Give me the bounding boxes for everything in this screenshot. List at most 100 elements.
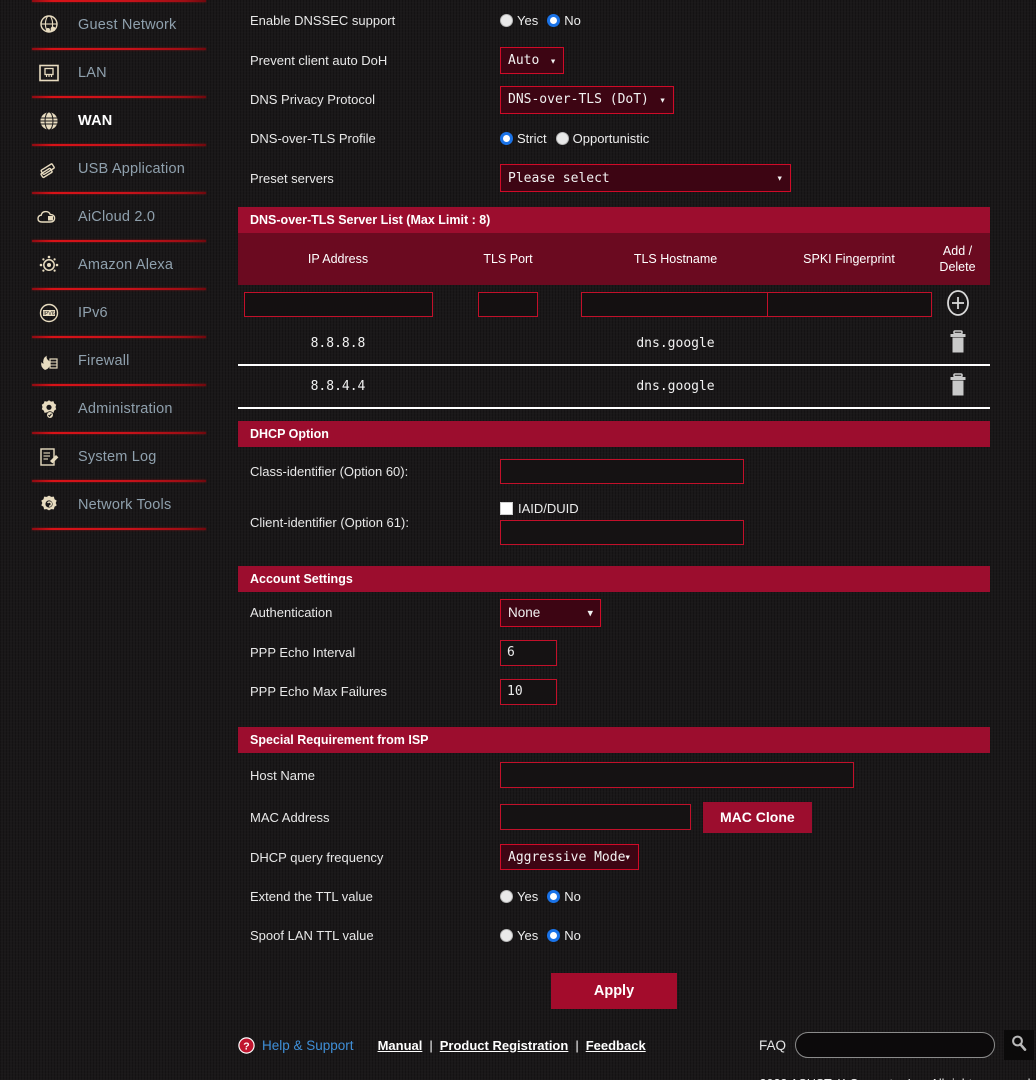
sidebar-item-system-log[interactable]: System Log	[0, 434, 238, 480]
class-identifier-input[interactable]	[500, 459, 744, 484]
dhcp-option-title: DHCP Option	[238, 421, 990, 447]
authentication-value: None	[508, 605, 540, 620]
dhcp-query-frequency-select[interactable]: Aggressive Mode ▾	[500, 844, 639, 870]
extend-ttl-radio-no[interactable]: No	[547, 889, 581, 904]
mac-clone-button[interactable]: MAC Clone	[703, 802, 812, 833]
radio-label: Yes	[517, 13, 538, 28]
prevent-doh-select[interactable]: Auto ▾	[500, 47, 564, 74]
new-ip-address-input[interactable]	[244, 292, 433, 317]
column-header-ip-address: IP Address	[238, 233, 438, 285]
trash-icon	[947, 329, 969, 358]
radio-circle	[500, 14, 513, 27]
label-authentication: Authentication	[238, 605, 500, 620]
gear-admin-icon	[34, 395, 64, 423]
sidebar-item-administration[interactable]: Administration	[0, 386, 238, 432]
account-settings-title: Account Settings	[238, 566, 990, 592]
extend-ttl-radio-yes[interactable]: Yes	[500, 889, 538, 904]
spoof-ttl-radio-no[interactable]: No	[547, 928, 581, 943]
sidebar-item-usb-application[interactable]: USB Application	[0, 146, 238, 192]
row-prevent-client-auto-doh: Prevent client auto DoH Auto ▾	[238, 41, 1036, 80]
chevron-down-icon: ▾	[776, 172, 783, 185]
new-tls-port-input[interactable]	[478, 292, 538, 317]
radio-circle-selected	[547, 929, 560, 942]
faq-search-input[interactable]	[795, 1032, 995, 1058]
radio-label: Opportunistic	[573, 131, 650, 146]
dot-profile-radio-strict[interactable]: Strict	[500, 131, 547, 146]
delete-server-button[interactable]	[947, 329, 969, 358]
dns-privacy-protocol-select[interactable]: DNS-over-TLS (DoT) ▾	[500, 86, 674, 114]
label-ppp-echo-interval: PPP Echo Interval	[238, 645, 500, 660]
spoof-ttl-radio-yes[interactable]: Yes	[500, 928, 538, 943]
feedback-link[interactable]: Feedback	[586, 1038, 646, 1053]
sidebar-item-lan[interactable]: LAN	[0, 50, 238, 96]
faq-search-area: FAQ	[759, 1030, 1034, 1060]
sidebar-nav: Guest Network LAN WAN USB Application	[0, 0, 238, 1080]
faq-search-button[interactable]	[1004, 1030, 1034, 1060]
column-header-tls-hostname: TLS Hostname	[578, 233, 773, 285]
add-delete-line2: Delete	[939, 259, 975, 275]
add-server-button[interactable]	[945, 288, 971, 321]
sidebar-item-label: IPv6	[78, 305, 108, 321]
label-prevent-client-auto-doh: Prevent client auto DoH	[238, 53, 500, 68]
label-class-identifier: Class-identifier (Option 60):	[238, 464, 500, 479]
product-registration-link[interactable]: Product Registration	[440, 1038, 569, 1053]
authentication-select[interactable]: None ▾	[500, 599, 601, 627]
sidebar-item-label: Firewall	[78, 353, 130, 369]
help-support-label[interactable]: Help & Support	[262, 1038, 354, 1053]
dns-privacy-protocol-value: DNS-over-TLS (DoT)	[508, 92, 649, 107]
sidebar-item-label: WAN	[78, 113, 112, 129]
host-name-input[interactable]	[500, 762, 854, 788]
preset-servers-value: Please select	[508, 171, 610, 186]
dot-server-list-header: IP Address TLS Port TLS Hostname SPKI Fi…	[238, 233, 990, 285]
sidebar-item-guest-network[interactable]: Guest Network	[0, 2, 238, 48]
row-enable-dnssec: Enable DNSSEC support Yes No	[238, 0, 1036, 41]
dnssec-radio-group[interactable]: Yes No	[500, 13, 581, 28]
dot-profile-radio-group[interactable]: Strict Opportunistic	[500, 131, 649, 146]
new-spki-fingerprint-input[interactable]	[767, 292, 932, 317]
ipv6-icon: IPV6	[34, 299, 64, 327]
sidebar-item-label: Amazon Alexa	[78, 257, 173, 273]
checkbox-box	[500, 502, 513, 515]
client-identifier-input[interactable]	[500, 520, 744, 545]
sidebar-item-amazon-alexa[interactable]: Amazon Alexa	[0, 242, 238, 288]
usb-icon	[34, 155, 64, 183]
ppp-echo-interval-input[interactable]	[500, 640, 557, 666]
radio-circle-selected	[547, 14, 560, 27]
dnssec-radio-no[interactable]: No	[547, 13, 581, 28]
sidebar-item-aicloud[interactable]: AiCloud 2.0	[0, 194, 238, 240]
iaid-duid-checkbox[interactable]: IAID/DUID	[500, 501, 579, 516]
delete-server-button[interactable]	[947, 372, 969, 401]
extend-ttl-radio-group[interactable]: Yes No	[500, 889, 581, 904]
row-client-identifier: Client-identifier (Option 61): IAID/DUID	[238, 496, 1036, 549]
system-log-icon	[34, 443, 64, 471]
sidebar-item-label: USB Application	[78, 161, 185, 177]
ppp-echo-max-failures-input[interactable]	[500, 679, 557, 705]
sidebar-item-wan[interactable]: WAN	[0, 98, 238, 144]
radio-circle	[500, 929, 513, 942]
footer-help-links: ? Help & Support Manual | Product Regist…	[238, 1037, 646, 1054]
dot-profile-radio-opportunistic[interactable]: Opportunistic	[556, 131, 650, 146]
sidebar-item-label: LAN	[78, 65, 107, 81]
radio-circle	[556, 132, 569, 145]
chevron-down-icon: ▾	[550, 54, 557, 67]
iaid-duid-label: IAID/DUID	[518, 501, 579, 516]
sidebar-item-ipv6[interactable]: IPV6 IPv6	[0, 290, 238, 336]
sidebar-item-network-tools[interactable]: Network Tools	[0, 482, 238, 528]
label-extend-ttl: Extend the TTL value	[238, 889, 500, 904]
row-ppp-echo-max-failures: PPP Echo Max Failures	[238, 672, 1036, 711]
chevron-down-icon: ▾	[587, 606, 593, 619]
mac-address-input[interactable]	[500, 804, 691, 830]
account-settings-panel: Account Settings	[238, 566, 990, 592]
preset-servers-select[interactable]: Please select ▾	[500, 164, 791, 192]
sidebar-item-firewall[interactable]: Firewall	[0, 338, 238, 384]
sidebar-item-label: System Log	[78, 449, 157, 465]
wan-globe-icon	[34, 107, 64, 135]
apply-button-row: Apply	[238, 973, 990, 1009]
column-header-tls-port: TLS Port	[438, 233, 578, 285]
manual-link[interactable]: Manual	[378, 1038, 423, 1053]
radio-circle	[500, 890, 513, 903]
spoof-ttl-radio-group[interactable]: Yes No	[500, 928, 581, 943]
new-tls-hostname-input[interactable]	[581, 292, 771, 317]
apply-button[interactable]: Apply	[551, 973, 677, 1009]
dnssec-radio-yes[interactable]: Yes	[500, 13, 538, 28]
